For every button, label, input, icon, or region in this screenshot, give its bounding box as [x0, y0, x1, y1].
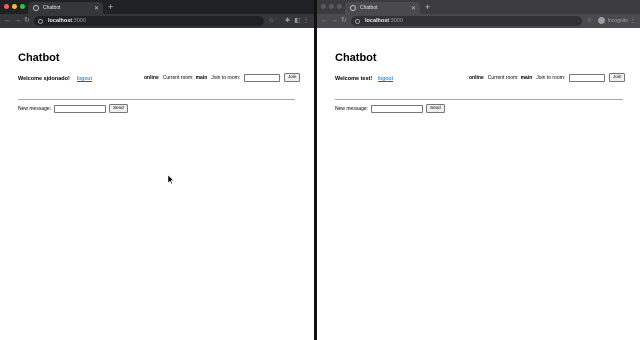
- join-button[interactable]: Join: [609, 73, 626, 82]
- current-room-name: main: [195, 74, 208, 81]
- close-tab-icon[interactable]: ✕: [411, 5, 416, 12]
- page-content: Chatbot Welcome sjdonado! logout online …: [0, 28, 314, 340]
- close-window-button[interactable]: [4, 4, 9, 9]
- window-controls: [4, 4, 25, 9]
- tab-title: Chatbot: [43, 5, 61, 11]
- url-port: :3000: [389, 18, 403, 24]
- browser-tab[interactable]: Chatbot ✕: [28, 2, 103, 14]
- close-window-button[interactable]: [321, 4, 326, 9]
- menu-icon[interactable]: ⋮: [630, 17, 636, 25]
- close-tab-icon[interactable]: ✕: [94, 5, 99, 12]
- menu-icon[interactable]: ⋮: [303, 17, 309, 25]
- extension-icon-2[interactable]: ◧: [294, 17, 300, 25]
- tab-bar: Chatbot ✕ +: [0, 0, 314, 14]
- new-tab-icon[interactable]: +: [425, 2, 430, 12]
- address-bar[interactable]: localhost:3000: [34, 16, 264, 26]
- send-button[interactable]: Send: [109, 104, 128, 113]
- new-message-input[interactable]: [54, 104, 107, 113]
- info-icon[interactable]: [355, 18, 360, 24]
- minimize-window-button[interactable]: [12, 4, 17, 9]
- message-row: New message: Send: [335, 104, 445, 113]
- current-room-name: main: [520, 74, 533, 81]
- window-controls: [321, 4, 342, 9]
- divider: [18, 99, 295, 100]
- page-title: Chatbot: [335, 52, 377, 64]
- mouse-cursor-icon: [168, 175, 174, 184]
- incognito-icon: [597, 17, 605, 24]
- status-badge: online: [469, 74, 484, 81]
- forward-icon[interactable]: →: [331, 17, 338, 25]
- reload-icon[interactable]: ↻: [24, 17, 30, 25]
- new-tab-icon[interactable]: +: [108, 2, 113, 12]
- extension-icon[interactable]: ✱: [285, 17, 290, 25]
- globe-icon: [33, 5, 39, 11]
- info-icon[interactable]: [38, 18, 43, 24]
- divider: [335, 99, 623, 100]
- url-text: localhost:3000: [365, 18, 403, 24]
- new-message-label: New message:: [335, 105, 369, 112]
- star-icon[interactable]: ☆: [587, 17, 592, 25]
- send-button[interactable]: Send: [426, 104, 445, 113]
- logout-link[interactable]: logout: [77, 76, 92, 82]
- incognito-indicator[interactable]: Incognito: [597, 17, 628, 24]
- join-button[interactable]: Join: [284, 73, 301, 82]
- back-icon[interactable]: ←: [321, 17, 328, 25]
- welcome-text: Welcome sjdonado!: [18, 76, 70, 82]
- join-room-label: Join to room:: [211, 74, 241, 81]
- new-message-input[interactable]: [371, 104, 424, 113]
- page-content: Chatbot Welcome test! logout online Curr…: [317, 28, 640, 340]
- status-badge: online: [144, 74, 159, 81]
- back-icon[interactable]: ←: [4, 17, 11, 25]
- new-message-label: New message:: [18, 105, 52, 112]
- join-room-label: Join to room:: [536, 74, 566, 81]
- forward-icon[interactable]: →: [14, 17, 21, 25]
- join-room-input[interactable]: [569, 73, 606, 82]
- message-row: New message: Send: [18, 104, 128, 113]
- tab-title: Chatbot: [360, 5, 378, 11]
- browser-window-left: Chatbot ✕ + ← → ↻ localhost:3000 ☆ ✱ ◧ ⋮…: [0, 0, 314, 340]
- browser-toolbar: ← → ↻ localhost:3000 ☆ Incognito ⋮: [317, 14, 640, 28]
- url-host: localhost: [365, 18, 390, 24]
- globe-icon: [350, 5, 356, 11]
- incognito-label: Incognito: [607, 17, 628, 24]
- browser-tab[interactable]: Chatbot ✕: [345, 2, 420, 14]
- current-room-label: Current room:: [162, 74, 194, 81]
- tab-bar: Chatbot ✕ +: [317, 0, 640, 14]
- browser-toolbar: ← → ↻ localhost:3000 ☆ ✱ ◧ ⋮: [0, 14, 314, 28]
- reload-icon[interactable]: ↻: [341, 17, 347, 25]
- maximize-window-button[interactable]: [337, 4, 342, 9]
- room-bar: online Current room: main Join to room: …: [144, 73, 301, 82]
- address-bar[interactable]: localhost:3000: [351, 16, 582, 26]
- url-text: localhost:3000: [48, 18, 86, 24]
- join-room-input[interactable]: [244, 73, 281, 82]
- room-bar: online Current room: main Join to room: …: [469, 73, 626, 82]
- browser-window-right: Chatbot ✕ + ← → ↻ localhost:3000 ☆ Incog…: [317, 0, 640, 340]
- url-host: localhost: [48, 18, 73, 24]
- star-icon[interactable]: ☆: [269, 17, 274, 25]
- maximize-window-button[interactable]: [20, 4, 25, 9]
- url-port: :3000: [72, 18, 86, 24]
- welcome-text: Welcome test!: [335, 76, 373, 82]
- page-title: Chatbot: [18, 52, 60, 64]
- minimize-window-button[interactable]: [329, 4, 334, 9]
- logout-link[interactable]: logout: [378, 76, 393, 82]
- current-room-label: Current room:: [487, 74, 519, 81]
